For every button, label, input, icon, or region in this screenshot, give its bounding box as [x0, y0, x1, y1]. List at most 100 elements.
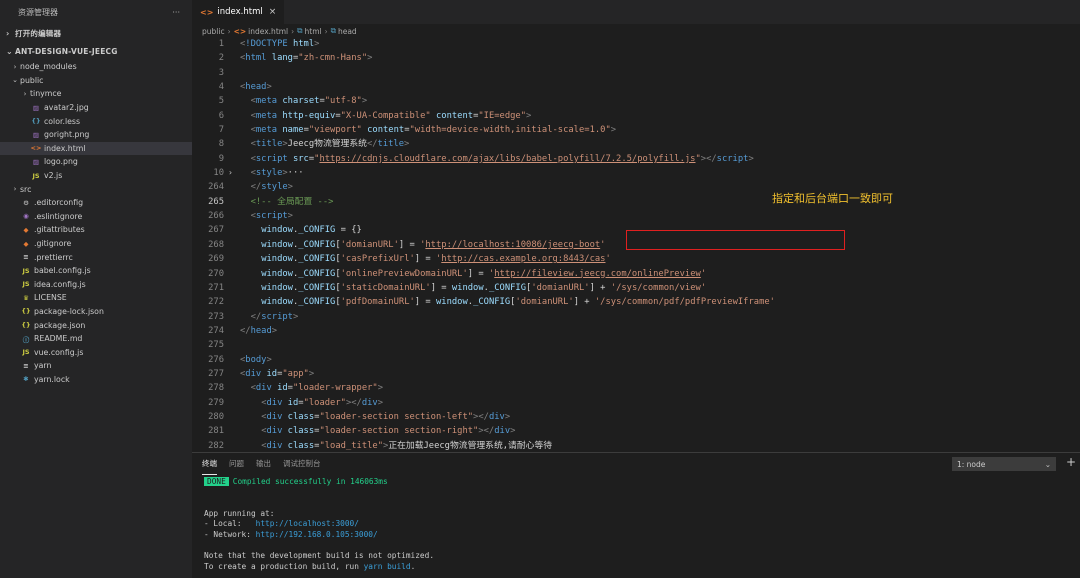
file-tree-item[interactable]: ✱ yarn.lock: [0, 373, 192, 387]
breadcrumb-item[interactable]: index.html: [248, 27, 288, 36]
code-token: 正在加载Jeecg物流管理系统,请耐心等待: [388, 440, 553, 451]
tab-debug-console[interactable]: 调试控制台: [283, 453, 321, 475]
file-type-icon: JS: [22, 280, 30, 289]
tab-problems[interactable]: 问题: [229, 453, 244, 475]
file-tree-item[interactable]: {} package-lock.json: [0, 305, 192, 319]
file-tree-item[interactable]: ◆ .gitattributes: [0, 223, 192, 237]
code-line: 3: [192, 66, 1080, 80]
file-tree-item[interactable]: {} color.less: [0, 114, 192, 128]
file-tree-item[interactable]: › node_modules: [0, 60, 192, 74]
file-tree-item[interactable]: JS idea.config.js: [0, 278, 192, 292]
file-tree-item[interactable]: ▨ goright.png: [0, 128, 192, 142]
code-token: = {}: [335, 225, 362, 236]
code-token: id: [266, 368, 278, 379]
tab-label: index.html: [217, 7, 263, 17]
code-token: "loader-wrapper": [292, 383, 378, 394]
local-url[interactable]: http://localhost:3000/: [256, 519, 359, 528]
file-tree-label: src: [20, 184, 32, 194]
network-url[interactable]: http://192.168.0.105:3000/: [256, 530, 378, 539]
tab-index-html[interactable]: <> index.html ×: [192, 0, 286, 24]
file-type-icon: {}: [21, 321, 31, 330]
open-editors-section[interactable]: › 打开的编辑器: [0, 24, 192, 42]
code-token: content: [435, 110, 474, 121]
file-tree-label: logo.png: [44, 157, 78, 167]
file-tree-label: public: [20, 75, 44, 85]
file-tree-item[interactable]: › tinymce: [0, 87, 192, 101]
file-tree-item[interactable]: ◉ .eslintignore: [0, 210, 192, 224]
code-token: >: [377, 397, 384, 408]
open-editors-label: 打开的编辑器: [15, 28, 62, 38]
line-number: 270: [208, 268, 224, 279]
code-text: <head>: [240, 80, 272, 94]
code-token: ] =: [430, 282, 452, 293]
file-tree-item[interactable]: ≡ .prettierrc: [0, 250, 192, 264]
file-tree-item[interactable]: ◆ .gitignore: [0, 237, 192, 251]
fold-chevron-icon[interactable]: ›: [228, 166, 238, 180]
code-token: _CONFIG: [298, 268, 336, 279]
code-token: >: [266, 82, 272, 93]
breadcrumb-item[interactable]: public: [202, 27, 225, 36]
code-token: _CONFIG: [298, 254, 336, 265]
file-tree-item[interactable]: {} package.json: [0, 318, 192, 332]
tab-output[interactable]: 输出: [256, 453, 271, 475]
code-token: div: [488, 411, 505, 422]
breadcrumb-item[interactable]: head: [338, 27, 357, 36]
code-text: <!DOCTYPE html>: [240, 37, 319, 51]
file-tree-item[interactable]: <> index.html: [0, 141, 192, 156]
file-tree-item[interactable]: › src: [0, 182, 192, 196]
line-number: 273: [208, 311, 224, 322]
file-tree-item[interactable]: ⚙ .editorconfig: [0, 196, 192, 210]
code-token: >: [610, 125, 617, 136]
add-terminal-icon[interactable]: +: [1066, 455, 1076, 469]
project-section[interactable]: ⌄ ANT-DESIGN-VUE-JEECG: [0, 42, 192, 60]
code-token: id: [277, 383, 288, 394]
file-tree-item[interactable]: ≡ yarn: [0, 359, 192, 373]
file-tree-item[interactable]: ▨ logo.png: [0, 155, 192, 169]
terminal-select[interactable]: 1: node ⌄: [952, 457, 1056, 471]
file-tree-item[interactable]: JS vue.config.js: [0, 345, 192, 359]
file-tree-label: .eslintignore: [34, 211, 83, 221]
file-type-icon: ✱: [23, 375, 29, 384]
more-actions-icon[interactable]: ···: [172, 8, 180, 17]
code-token: ></: [345, 397, 362, 408]
breadcrumb-item[interactable]: html: [305, 27, 322, 36]
file-tree-item[interactable]: ♛ LICENSE: [0, 291, 192, 305]
code-token: <!-- 全局配置 -->: [250, 196, 334, 207]
code-token: window: [261, 268, 293, 279]
close-icon[interactable]: ×: [269, 7, 277, 17]
code-token: meta: [255, 110, 278, 121]
code-token: ': [700, 268, 707, 279]
code-line: 5 <meta charset="utf-8">: [192, 94, 1080, 108]
code-token: head: [250, 325, 272, 336]
file-tree-item[interactable]: JS babel.config.js: [0, 264, 192, 278]
code-token: http://fileview.jeecg.com/onlinePreview: [494, 268, 701, 279]
code-token: >: [271, 325, 278, 336]
code-text: <body>: [240, 353, 272, 367]
terminal-output[interactable]: DONE Compiled successfully in 146063ms Ap…: [204, 477, 434, 572]
code-token: title: [255, 139, 283, 150]
file-tree-item[interactable]: ⓘ README.md: [0, 332, 192, 346]
file-tree-item[interactable]: ▨ avatar2.jpg: [0, 101, 192, 115]
chevron-right-icon: ›: [291, 26, 295, 36]
file-tree-item[interactable]: JS v2.js: [0, 169, 192, 183]
code-token: >: [266, 354, 272, 365]
tab-terminal[interactable]: 终端: [202, 453, 217, 475]
line-number: 4: [218, 82, 224, 93]
line-number: 275: [208, 340, 224, 351]
file-type-icon: ⚙: [23, 198, 29, 207]
code-line: 282 <div class="load_title">正在加载Jeecg物流管…: [192, 439, 1080, 453]
file-tree-label: package-lock.json: [34, 306, 104, 316]
code-text: window._CONFIG['domianURL'] = 'http://lo…: [240, 238, 605, 252]
code-token: ] =: [398, 239, 421, 250]
file-tree-item[interactable]: ⌄ public: [0, 74, 192, 88]
code-token: !DOCTYPE: [245, 39, 288, 49]
